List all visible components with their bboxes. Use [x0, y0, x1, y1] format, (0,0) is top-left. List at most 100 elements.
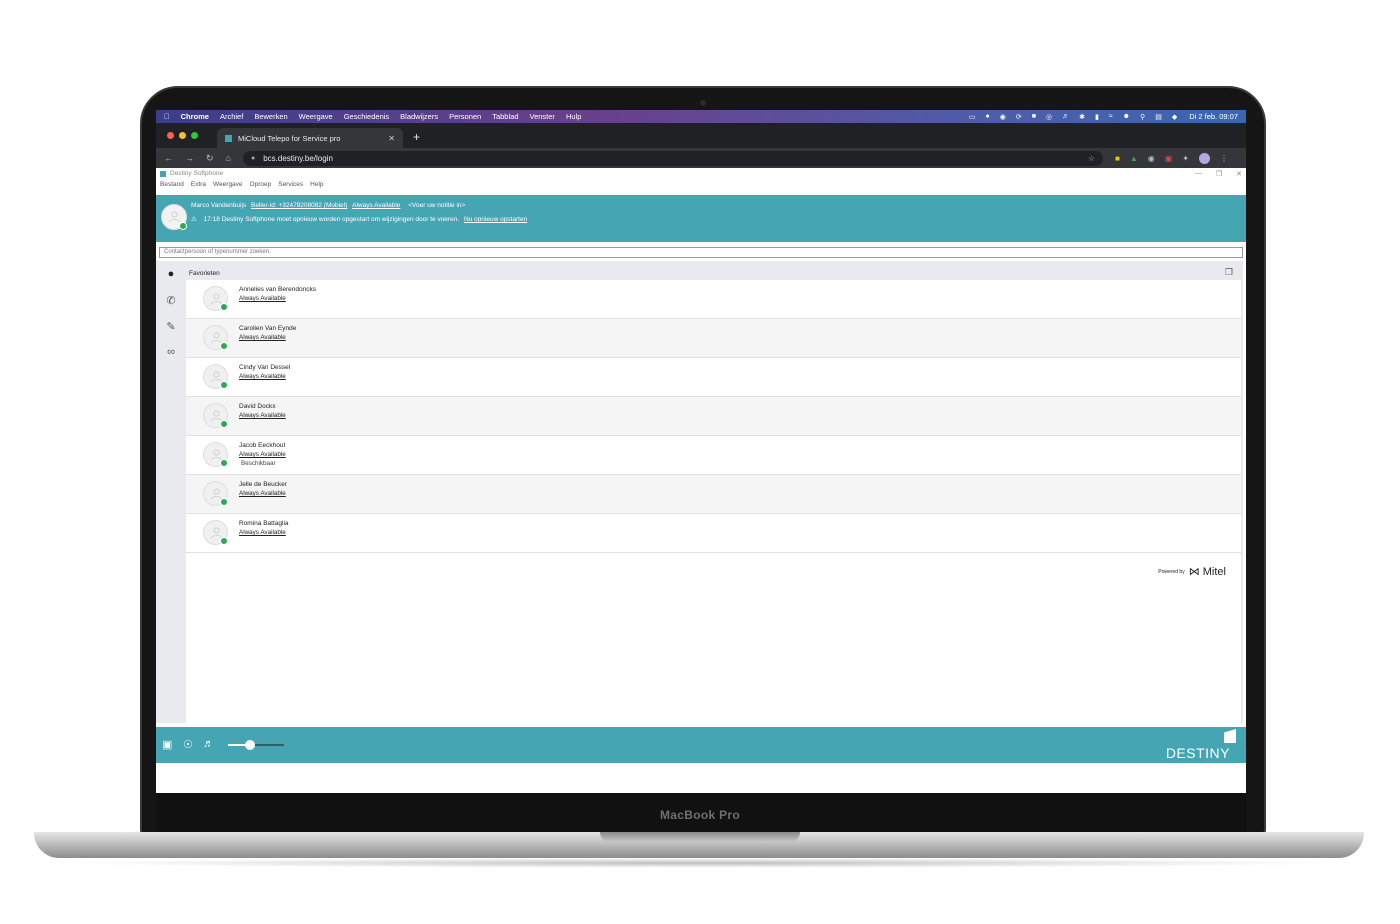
extension-calendar-icon[interactable]: ▣ — [1165, 154, 1173, 163]
caller-id-link[interactable]: Beller-id: +32478208082 (Mobiel) — [251, 202, 347, 209]
contact-status-link[interactable]: Always Available — [239, 529, 286, 536]
menubar-clock[interactable]: Di 2 feb. 09:07 — [1189, 112, 1238, 121]
battery-icon[interactable]: ▮ — [1095, 113, 1099, 121]
list-item[interactable]: David Dockx Always Available — [186, 397, 1241, 436]
zoom-window-button[interactable] — [191, 132, 198, 139]
contact-avatar — [203, 481, 228, 506]
contact-avatar — [203, 403, 228, 428]
app-menu-help[interactable]: Help — [310, 181, 323, 188]
spotlight-icon[interactable]: ⚲ — [1140, 113, 1145, 121]
list-item[interactable]: Romina Battaglia Always Available — [186, 514, 1241, 553]
menu-venster[interactable]: Venster — [530, 112, 555, 121]
app-menu-bestand[interactable]: Bestand — [160, 181, 184, 188]
user-avatar[interactable] — [161, 204, 187, 230]
target-icon[interactable]: ◎ — [1046, 113, 1052, 121]
back-icon[interactable]: ← — [164, 153, 173, 163]
extensions-puzzle-icon[interactable]: ✦ — [1182, 154, 1189, 163]
online-indicator — [220, 498, 228, 506]
extension-camera-icon[interactable]: ◉ — [1148, 154, 1155, 163]
phone-tab-icon[interactable]: ✆ — [156, 287, 186, 313]
app-badge-icon[interactable]: ● — [986, 113, 990, 120]
copy-icon[interactable]: ❐ — [1225, 267, 1233, 278]
menu-hulp[interactable]: Hulp — [566, 112, 581, 121]
macos-menubar:  Chrome Archief Bewerken Weergave Gesch… — [156, 110, 1246, 123]
contact-status-link[interactable]: Always Available — [239, 295, 286, 302]
list-item[interactable]: Jacob Eeckhout Always Available Beschikb… — [186, 436, 1241, 475]
menu-personen[interactable]: Personen — [449, 112, 481, 121]
home-icon[interactable]: ⌂ — [226, 153, 231, 163]
restore-icon[interactable]: ❐ — [1216, 170, 1222, 178]
minimize-window-button[interactable] — [179, 132, 186, 139]
address-bar[interactable]: ● bcs.destiny.be/login ☆ — [242, 150, 1103, 166]
close-window-button[interactable] — [167, 132, 174, 139]
bluetooth-icon[interactable]: ✱ — [1079, 113, 1085, 121]
volume-icon[interactable]: ♬ — [1062, 113, 1069, 120]
menu-tabblad[interactable]: Tabblad — [492, 112, 518, 121]
app-menu-oproep[interactable]: Oproep — [250, 181, 272, 188]
app-menubar: Bestand Extra Weergave Oproep Services H… — [156, 179, 1246, 190]
cloud-icon[interactable]: ◉ — [1000, 113, 1006, 121]
app-menu-extra[interactable]: Extra — [191, 181, 206, 188]
menu-geschiedenis[interactable]: Geschiedenis — [344, 112, 389, 121]
list-item[interactable]: Jelle de Beucker Always Available — [186, 475, 1241, 514]
tab-title: MiCloud Telepo for Service pro — [238, 133, 341, 143]
laptop-shadow — [60, 858, 1340, 868]
user-icon[interactable]: ☻ — [1123, 113, 1130, 120]
app-menu-services[interactable]: Services — [278, 181, 303, 188]
reload-icon[interactable]: ↻ — [206, 153, 214, 164]
menu-weergave[interactable]: Weergave — [299, 112, 333, 121]
contact-search-input[interactable]: Contactpersoon of typenummer zoeken. — [159, 247, 1243, 258]
notes-icon[interactable]: ■ — [1032, 113, 1036, 120]
contact-avatar — [203, 364, 228, 389]
warning-icon: ⚠ — [191, 216, 197, 223]
contact-status-link[interactable]: Always Available — [239, 373, 286, 380]
camera — [700, 100, 706, 106]
menu-app-name[interactable]: Chrome — [181, 112, 209, 121]
bookmark-star-icon[interactable]: ☆ — [1088, 154, 1095, 163]
contact-name: Jelle de Beucker — [239, 481, 288, 488]
extension-drive-icon[interactable]: ▲ — [1130, 154, 1138, 163]
profile-avatar[interactable] — [1199, 152, 1210, 164]
volume-knob[interactable] — [245, 740, 256, 750]
user-status-link[interactable]: Always Available — [352, 202, 400, 209]
sync-icon[interactable]: ⟳ — [1016, 113, 1022, 121]
dialpad-icon[interactable]: ▣ — [162, 738, 172, 751]
menu-archief[interactable]: Archief — [220, 112, 243, 121]
contact-status-link[interactable]: Always Available — [239, 334, 286, 341]
wifi-icon[interactable]: ≈ — [1109, 113, 1113, 120]
apple-icon[interactable]:  — [164, 112, 170, 121]
call-history-tab-icon[interactable]: ✎ — [156, 313, 186, 339]
list-item[interactable]: Carolien Van Eynde Always Available — [186, 319, 1241, 358]
menu-bladwijzers[interactable]: Bladwijzers — [400, 112, 438, 121]
display-icon[interactable]: ▭ — [969, 113, 976, 121]
restart-now-link[interactable]: Nu opnieuw opstarten — [464, 216, 527, 223]
control-center-icon[interactable]: ▤ — [1155, 113, 1162, 121]
app-menu-weergave[interactable]: Weergave — [213, 181, 243, 188]
contacts-tab-icon[interactable]: ● — [156, 261, 186, 287]
browser-menu-icon[interactable]: ⋮ — [1220, 154, 1228, 163]
contact-status-link[interactable]: Always Available — [239, 451, 286, 458]
volume-slider[interactable] — [228, 740, 284, 750]
speaker-icon[interactable]: ♬ — [203, 738, 214, 750]
voicemail-tab-icon[interactable]: ∞ — [156, 339, 186, 365]
tab-close-icon[interactable]: ✕ — [388, 134, 395, 143]
destiny-logo: DESTINY — [1165, 745, 1230, 761]
list-item[interactable]: Cindy Van Dessel Always Available — [186, 358, 1241, 397]
contact-status-link[interactable]: Always Available — [239, 490, 286, 497]
extension-notes-icon[interactable]: ■ — [1115, 154, 1120, 163]
user-note[interactable]: <Voer uw notitie in> — [408, 202, 465, 209]
lock-icon[interactable]: ● — [251, 155, 255, 162]
menu-bewerken[interactable]: Bewerken — [254, 112, 287, 121]
contact-status-link[interactable]: Always Available — [239, 412, 286, 419]
list-item[interactable]: Annelies van Berendoncks Always Availabl… — [186, 280, 1241, 319]
microphone-icon[interactable]: ☉ — [183, 738, 193, 751]
online-indicator — [220, 303, 228, 311]
forward-icon[interactable]: → — [185, 153, 194, 163]
contact-name: Annelies van Berendoncks — [239, 286, 316, 293]
close-icon[interactable]: ✕ — [1236, 170, 1242, 178]
browser-tab[interactable]: MiCloud Telepo for Service pro ✕ — [217, 128, 403, 148]
app-window-title: Destiny Softphone — [170, 170, 224, 177]
minimize-icon[interactable]: — — [1195, 170, 1202, 178]
siri-icon[interactable]: ◆ — [1172, 113, 1177, 121]
new-tab-button[interactable]: + — [413, 126, 420, 148]
